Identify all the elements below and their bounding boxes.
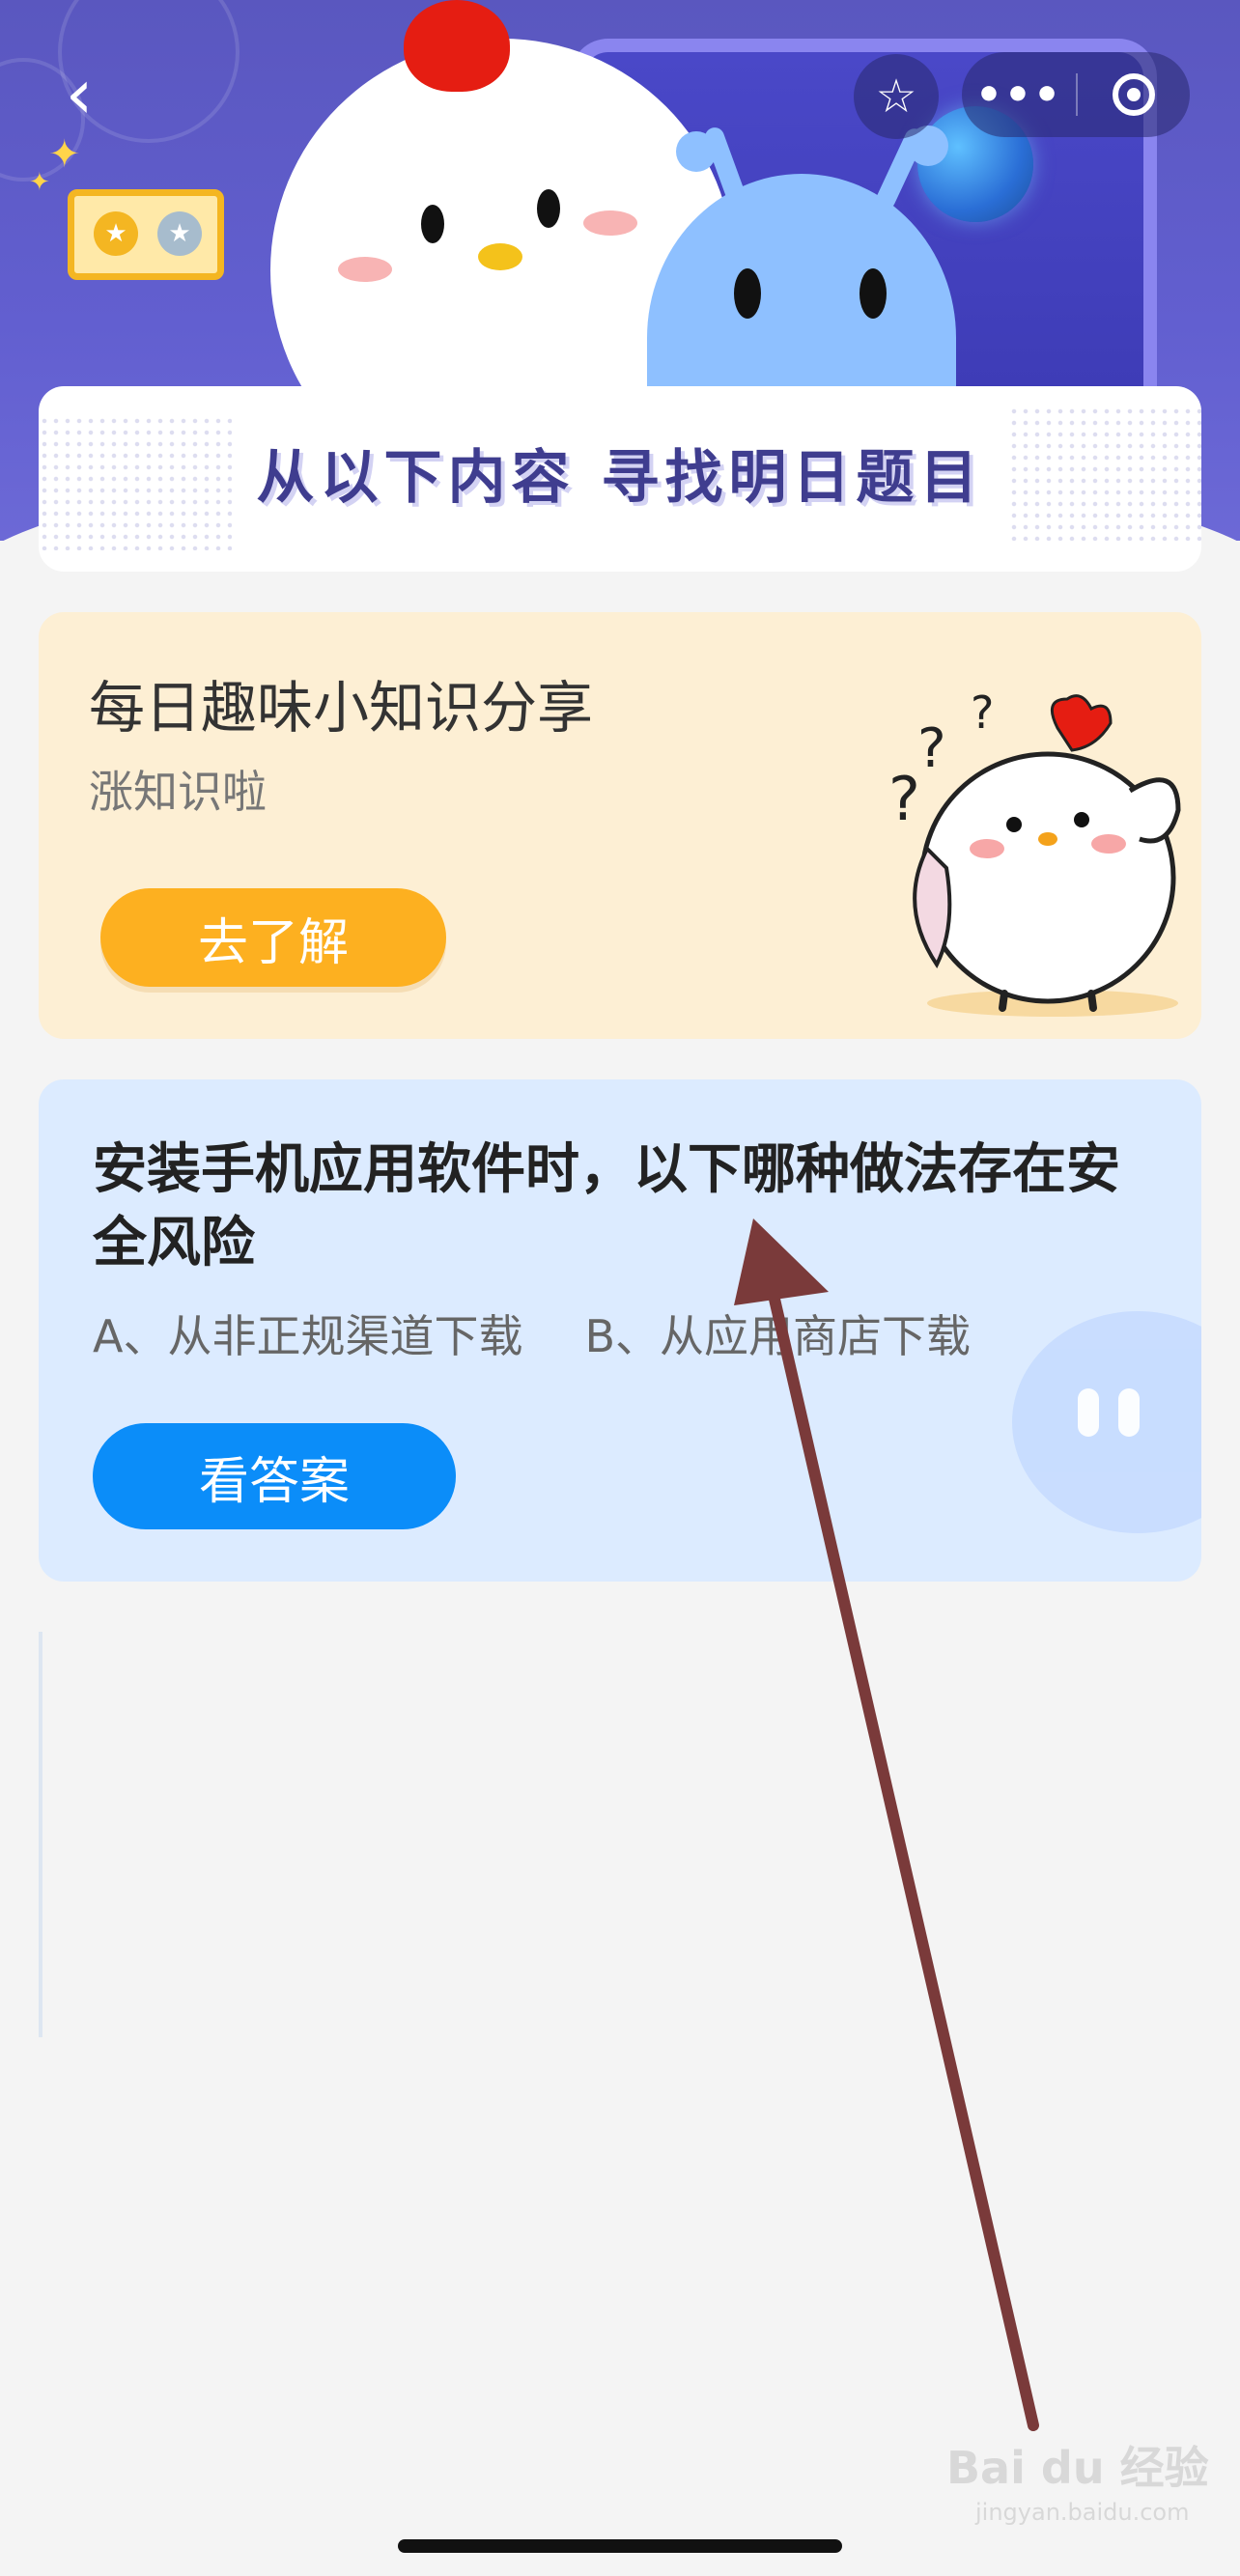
knowledge-subtitle: 涨知识啦 [89, 766, 267, 818]
watermark-url: jingyan.baidu.com [975, 2499, 1190, 2526]
chicken-eye [421, 205, 444, 243]
placeholder-divider [39, 1632, 42, 2037]
svg-text:?: ? [888, 764, 920, 834]
chicken-beak [478, 243, 522, 270]
knowledge-card: 每日趣味小知识分享 涨知识啦 去了解 ? ? ? [39, 612, 1201, 1039]
section-banner: 从以下内容 寻找明日题目 [39, 386, 1201, 572]
chevron-left-icon: ‹ [65, 53, 94, 134]
target-icon [1113, 73, 1155, 116]
miniapp-capsule: ••• [962, 52, 1190, 137]
answer-options: A、从非正规渠道下载 B、从应用商店下载 [93, 1302, 971, 1365]
gold-medal-icon: ★ [94, 211, 138, 256]
sparkle-icon: ✦ [48, 132, 81, 177]
question-text: 安装手机应用软件时，以下哪种做法存在安全风险 [93, 1138, 1120, 1274]
svg-text:?: ? [971, 686, 994, 739]
chicken-blush [583, 210, 637, 236]
more-button[interactable]: ••• [962, 52, 1076, 137]
back-button[interactable]: ‹ [50, 53, 108, 134]
sparkle-icon: ✦ [29, 168, 50, 197]
silver-medal-icon: ★ [157, 211, 202, 256]
banner-title: 从以下内容 寻找明日题目 [256, 444, 984, 512]
knowledge-title: 每日趣味小知识分享 [89, 675, 594, 741]
close-miniapp-button[interactable] [1078, 52, 1190, 137]
star-icon: ☆ [875, 70, 917, 124]
chicken-eye [537, 189, 560, 228]
learn-more-button[interactable]: 去了解 [100, 888, 446, 987]
svg-text:?: ? [917, 717, 946, 780]
thinking-chicken-illustration: ? ? ? [888, 686, 1181, 1017]
favorite-button[interactable]: ☆ [854, 54, 939, 139]
ellipsis-icon: ••• [974, 70, 1063, 120]
alien-eye [734, 268, 761, 319]
option-b: B、从应用商店下载 [584, 1310, 972, 1362]
alien-eye [860, 268, 887, 319]
home-indicator[interactable] [398, 2539, 842, 2553]
view-answer-button[interactable]: 看答案 [93, 1423, 456, 1529]
question-card: 安装手机应用软件时，以下哪种做法存在安全风险 A、从非正规渠道下载 B、从应用商店… [39, 1079, 1201, 1582]
chicken-blush [338, 257, 392, 282]
chat-bubble-decoration [1012, 1311, 1201, 1533]
medal-badge[interactable]: ★ ★ [68, 189, 224, 280]
chicken-comb [404, 0, 510, 92]
watermark-brand: Bai du 经验 [946, 2442, 1209, 2494]
alien-antenna-tip [676, 131, 717, 172]
option-a: A、从非正规渠道下载 [93, 1310, 523, 1362]
